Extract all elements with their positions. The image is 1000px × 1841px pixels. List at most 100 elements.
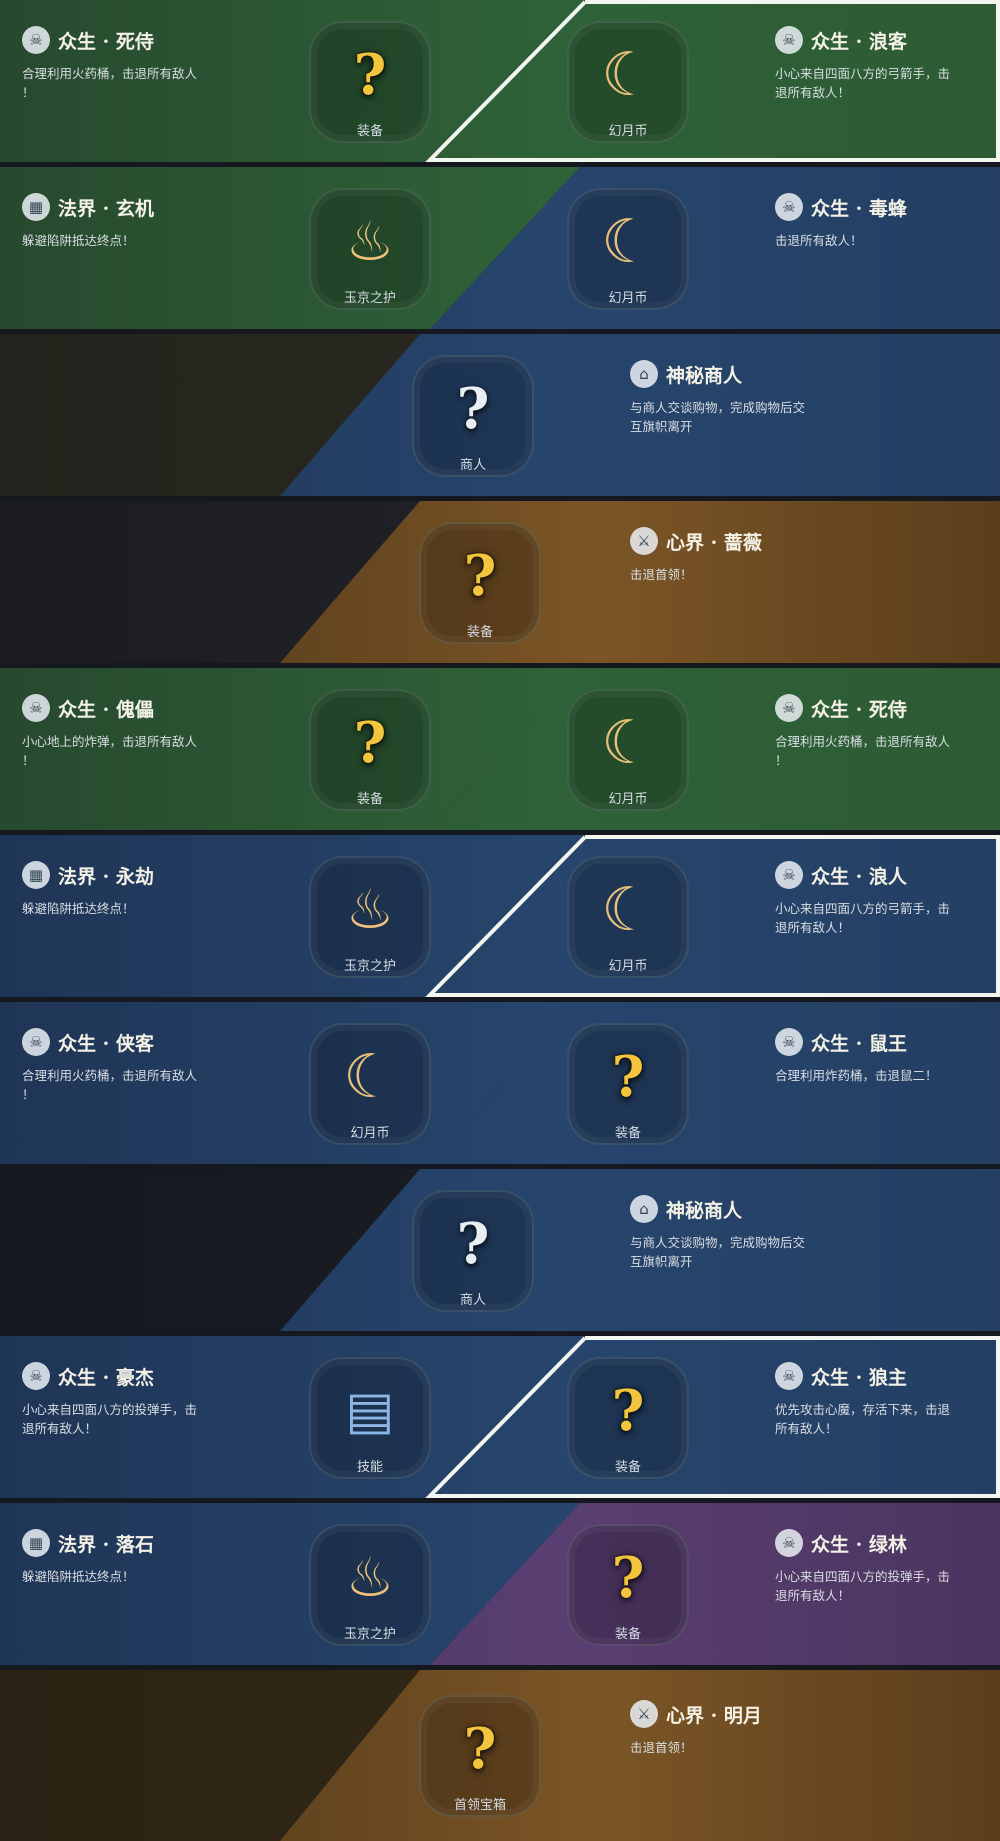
event-description: 合理利用火药桶，击退所有敌人 ！ xyxy=(22,1068,198,1102)
event-card[interactable]: ☠ 众生 · 死侍 合理利用火药桶，击退所有敌人 ！ xyxy=(22,26,242,102)
mystery-equipment-icon: ? xyxy=(463,542,497,609)
mystery-equipment-icon: ? xyxy=(611,1377,645,1444)
reward-label: 装备 xyxy=(356,124,383,139)
reward-slot[interactable]: ? 首领宝箱 xyxy=(419,1695,541,1817)
reward-label: 商人 xyxy=(459,458,486,473)
event-description: 与商人交谈购物，完成购物后交 互旗帜离开 xyxy=(630,1235,806,1269)
event-title: 众生 · 傀儡 xyxy=(58,698,154,721)
reward-slot[interactable]: ? 装备 xyxy=(419,522,541,644)
reward-label: 幻月币 xyxy=(608,124,648,139)
event-description: 与商人交谈购物，完成购物后交 互旗帜离开 xyxy=(630,400,806,434)
event-card[interactable]: ⚔ 心界 · 明月 击退首领！ xyxy=(630,1700,890,1757)
event-card[interactable]: ☠ 众生 · 傀儡 小心地上的炸弹，击退所有敌人 ！ xyxy=(22,694,242,770)
skull-icon: ☠ xyxy=(775,1529,803,1557)
event-description: 小心来自四面八方的投弹手，击 退所有敌人！ xyxy=(775,1569,951,1603)
reward-label: 幻月币 xyxy=(350,1126,390,1141)
skull-icon: ☠ xyxy=(22,26,50,54)
route-row: ▦ 法界 · 玄机 躲避陷阱抵达终点！ ♨ 玉京之护 ☾ 幻月币 ☠ 众生 · 毒蜂… xyxy=(0,167,1000,329)
event-card[interactable]: ☠ 众生 · 浪客 小心来自四面八方的弓箭手，击 退所有敌人！ xyxy=(775,26,995,102)
event-card[interactable]: ☠ 众生 · 豪杰 小心来自四面八方的投弹手，击 退所有敌人！ xyxy=(22,1362,242,1438)
reward-slot[interactable]: ? 装备 xyxy=(567,1524,689,1646)
reward-label: 技能 xyxy=(356,1460,383,1475)
event-description: 小心来自四面八方的弓箭手，击 退所有敌人！ xyxy=(775,66,951,100)
reward-slot[interactable]: ☾ 幻月币 xyxy=(567,856,689,978)
reward-slot[interactable]: ? 商人 xyxy=(412,355,534,477)
reward-label: 幻月币 xyxy=(608,291,648,306)
event-card[interactable]: ▦ 法界 · 永劫 躲避陷阱抵达终点！ xyxy=(22,861,242,918)
event-card[interactable]: ⚔ 心界 · 蔷薇 击退首领！ xyxy=(630,527,890,584)
reward-slot[interactable]: ? 装备 xyxy=(567,1357,689,1479)
reward-slot[interactable]: ? 装备 xyxy=(309,689,431,811)
route-row: ▦ 法界 · 落石 躲避陷阱抵达终点！ ♨ 玉京之护 ? 装备 ☠ 众生 · 绿林 … xyxy=(0,1503,1000,1665)
route-row: ? 装备 ⚔ 心界 · 蔷薇 击退首领！ xyxy=(0,501,1000,663)
event-card[interactable]: ☠ 众生 · 侠客 合理利用火药桶，击退所有敌人 ！ xyxy=(22,1028,242,1104)
reward-slot[interactable]: ? 装备 xyxy=(567,1023,689,1145)
reward-label: 装备 xyxy=(614,1627,641,1642)
event-title: 众生 · 狼主 xyxy=(811,1366,907,1389)
event-card[interactable]: ☠ 众生 · 毒蜂 击退所有敌人！ xyxy=(775,193,995,250)
route-row: ☠ 众生 · 死侍 合理利用火药桶，击退所有敌人 ！ ? 装备 ☾ 幻月币 ☠ 众生… xyxy=(0,0,1000,162)
reward-slot[interactable]: ♨ 玉京之护 xyxy=(309,188,431,310)
reward-slot[interactable]: ♨ 玉京之护 xyxy=(309,856,431,978)
event-card[interactable]: ☠ 众生 · 狼主 优先攻击心魔，存活下来，击退 所有敌人！ xyxy=(775,1362,995,1438)
skull-icon: ☠ xyxy=(775,1028,803,1056)
mystery-equipment-icon: ? xyxy=(353,709,387,776)
route-row: ? 首领宝箱 ⚔ 心界 · 明月 击退首领！ xyxy=(0,1670,1000,1841)
event-title: 众生 · 浪人 xyxy=(811,865,907,888)
reward-label: 装备 xyxy=(614,1460,641,1475)
event-card[interactable]: ☠ 众生 · 浪人 小心来自四面八方的弓箭手，击 退所有敌人！ xyxy=(775,861,995,937)
event-title: 心界 · 明月 xyxy=(666,1704,762,1727)
reward-slot[interactable]: ☾ 幻月币 xyxy=(309,1023,431,1145)
event-description: 小心来自四面八方的投弹手，击 退所有敌人！ xyxy=(22,1402,198,1436)
reward-label: 装备 xyxy=(356,792,383,807)
reward-slot[interactable]: ♨ 玉京之护 xyxy=(309,1524,431,1646)
reward-slot[interactable]: ☾ 幻月币 xyxy=(567,188,689,310)
event-description: 合理利用火药桶，击退所有敌人 ！ xyxy=(22,66,198,100)
skill-book-icon: ▤ xyxy=(345,1380,395,1441)
moon-coin-icon: ☾ xyxy=(601,874,655,945)
skull-icon: ☠ xyxy=(775,861,803,889)
event-route-page: ☠ 众生 · 死侍 合理利用火药桶，击退所有敌人 ！ ? 装备 ☾ 幻月币 ☠ 众生… xyxy=(0,0,1000,1841)
skull-icon: ☠ xyxy=(22,694,50,722)
event-card[interactable]: ☠ 众生 · 绿林 小心来自四面八方的投弹手，击 退所有敌人！ xyxy=(775,1529,995,1605)
skull-icon: ☠ xyxy=(775,26,803,54)
event-card[interactable]: ▦ 法界 · 落石 躲避陷阱抵达终点！ xyxy=(22,1529,242,1586)
event-card[interactable]: ☠ 众生 · 鼠王 合理利用炸药桶，击退鼠二！ xyxy=(775,1028,995,1085)
reward-slot[interactable]: ? 装备 xyxy=(309,21,431,143)
route-row: ? 商人 ⌂ 神秘商人 与商人交谈购物，完成购物后交 互旗帜离开 xyxy=(0,334,1000,496)
map-icon: ▦ xyxy=(22,193,50,221)
reward-slot[interactable]: ☾ 幻月币 xyxy=(567,689,689,811)
event-card[interactable]: ☠ 众生 · 死侍 合理利用火药桶，击退所有敌人 ！ xyxy=(775,694,995,770)
mystery-equipment-icon: ? xyxy=(611,1544,645,1611)
reward-label: 玉京之护 xyxy=(343,291,396,306)
route-row: ? 商人 ⌂ 神秘商人 与商人交谈购物，完成购物后交 互旗帜离开 xyxy=(0,1169,1000,1331)
event-title: 神秘商人 xyxy=(666,1199,743,1222)
skull-icon: ☠ xyxy=(22,1362,50,1390)
reward-label: 幻月币 xyxy=(608,792,648,807)
reward-label: 装备 xyxy=(466,625,493,640)
skull-icon: ☠ xyxy=(775,1362,803,1390)
reward-slot[interactable]: ▤ 技能 xyxy=(309,1357,431,1479)
merchant-icon: ⌂ xyxy=(630,360,658,388)
flame-icon: ♨ xyxy=(345,1545,395,1609)
event-title: 众生 · 浪客 xyxy=(811,30,907,53)
flame-icon: ♨ xyxy=(345,209,395,273)
event-card[interactable]: ⌂ 神秘商人 与商人交谈购物，完成购物后交 互旗帜离开 xyxy=(630,360,890,436)
event-title: 众生 · 豪杰 xyxy=(58,1366,154,1389)
skull-icon: ☠ xyxy=(22,1028,50,1056)
event-title: 法界 · 落石 xyxy=(58,1533,154,1556)
reward-label: 商人 xyxy=(459,1293,486,1308)
map-icon: ▦ xyxy=(22,1529,50,1557)
event-card[interactable]: ⌂ 神秘商人 与商人交谈购物，完成购物后交 互旗帜离开 xyxy=(630,1195,890,1271)
sword-icon: ⚔ xyxy=(630,1700,658,1728)
merchant-icon: ⌂ xyxy=(630,1195,658,1223)
event-card[interactable]: ▦ 法界 · 玄机 躲避陷阱抵达终点！ xyxy=(22,193,242,250)
moon-coin-icon: ☾ xyxy=(343,1041,397,1112)
boss-chest-icon: ? xyxy=(463,1715,497,1782)
reward-slot[interactable]: ☾ 幻月币 xyxy=(567,21,689,143)
route-row: ☠ 众生 · 傀儡 小心地上的炸弹，击退所有敌人 ！ ? 装备 ☾ 幻月币 ☠ 众生… xyxy=(0,668,1000,830)
moon-coin-icon: ☾ xyxy=(601,39,655,110)
route-row: ▦ 法界 · 永劫 躲避陷阱抵达终点！ ♨ 玉京之护 ☾ 幻月币 ☠ 众生 · 浪人… xyxy=(0,835,1000,997)
sword-icon: ⚔ xyxy=(630,527,658,555)
reward-slot[interactable]: ? 商人 xyxy=(412,1190,534,1312)
